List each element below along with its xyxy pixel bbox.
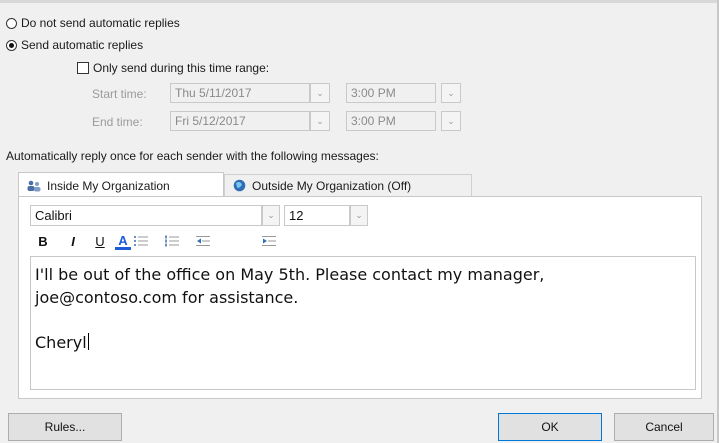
message-tabs: Inside My Organization Outside My Organi… — [18, 172, 702, 198]
bold-button[interactable]: B — [36, 233, 50, 249]
start-time-field[interactable]: 3:00 PM — [346, 83, 436, 103]
end-date-dropdown[interactable]: ⌄ — [310, 111, 330, 131]
decrease-indent-icon — [196, 236, 210, 246]
radio-send-automatic-label: Send automatic replies — [21, 38, 144, 52]
font-color-button[interactable]: A — [115, 233, 131, 250]
message-editor[interactable]: I'll be out of the office on May 5th. Pl… — [30, 256, 696, 390]
instructions-text: Automatically reply once for each sender… — [6, 149, 379, 163]
increase-indent-button[interactable] — [262, 233, 276, 249]
time-range-option[interactable]: Only send during this time range: — [77, 61, 269, 75]
start-date-field[interactable]: Thu 5/11/2017 — [170, 83, 310, 103]
people-icon — [27, 180, 41, 191]
window-top-border — [0, 0, 719, 3]
message-line-2: joe@contoso.com for assistance. — [35, 288, 299, 307]
font-size-dropdown[interactable]: ⌄ — [350, 205, 368, 226]
text-caret — [87, 333, 89, 350]
start-date-dropdown[interactable]: ⌄ — [310, 83, 330, 103]
chevron-down-icon: ⌄ — [355, 210, 363, 220]
decrease-indent-button[interactable] — [196, 233, 210, 249]
end-date-field[interactable]: Fri 5/12/2017 — [170, 111, 310, 131]
increase-indent-icon — [262, 236, 276, 246]
font-name-combo[interactable]: Calibri — [30, 205, 262, 226]
chevron-down-icon: ⌄ — [316, 87, 324, 98]
time-range-checkbox[interactable] — [77, 62, 89, 74]
radio-circle-on[interactable] — [6, 39, 17, 51]
end-time-field[interactable]: 3:00 PM — [346, 111, 436, 131]
italic-button[interactable]: I — [66, 233, 80, 249]
chevron-down-icon: ⌄ — [267, 210, 275, 220]
radio-send-automatic[interactable]: Send automatic replies — [6, 38, 143, 52]
time-range-checkbox-label: Only send during this time range: — [93, 61, 270, 75]
radio-do-not-send-label: Do not send automatic replies — [21, 16, 180, 30]
chevron-down-icon: ⌄ — [316, 115, 324, 126]
chevron-down-icon: ⌄ — [447, 115, 455, 126]
bullets-button[interactable] — [134, 233, 148, 249]
start-time-label: Start time: — [92, 87, 147, 101]
bullet-list-icon — [134, 236, 148, 246]
tab-outside-organization[interactable]: Outside My Organization (Off) — [224, 174, 472, 196]
underline-button[interactable]: U — [93, 233, 107, 249]
message-line-1: I'll be out of the office on May 5th. Pl… — [35, 265, 545, 284]
radio-circle-off[interactable] — [6, 17, 17, 29]
chevron-down-icon: ⌄ — [447, 87, 455, 98]
font-name-dropdown[interactable]: ⌄ — [262, 205, 280, 226]
start-time-dropdown[interactable]: ⌄ — [441, 83, 461, 103]
end-time-label: End time: — [92, 115, 143, 129]
font-size-combo[interactable]: 12 — [284, 205, 350, 226]
numbered-list-icon — [165, 235, 179, 247]
ok-button[interactable]: OK — [498, 413, 602, 441]
rules-button[interactable]: Rules... — [8, 413, 122, 441]
message-signature: Cheryl — [35, 331, 693, 354]
tab-outside-label: Outside My Organization (Off) — [252, 178, 412, 193]
signature-text: Cheryl — [35, 333, 87, 352]
tab-inside-organization[interactable]: Inside My Organization — [18, 172, 224, 198]
end-time-dropdown[interactable]: ⌄ — [441, 111, 461, 131]
numbering-button[interactable] — [165, 233, 179, 249]
cancel-button[interactable]: Cancel — [614, 413, 714, 441]
tab-inside-label: Inside My Organization — [47, 178, 170, 193]
radio-do-not-send[interactable]: Do not send automatic replies — [6, 16, 180, 30]
globe-icon — [233, 179, 246, 192]
